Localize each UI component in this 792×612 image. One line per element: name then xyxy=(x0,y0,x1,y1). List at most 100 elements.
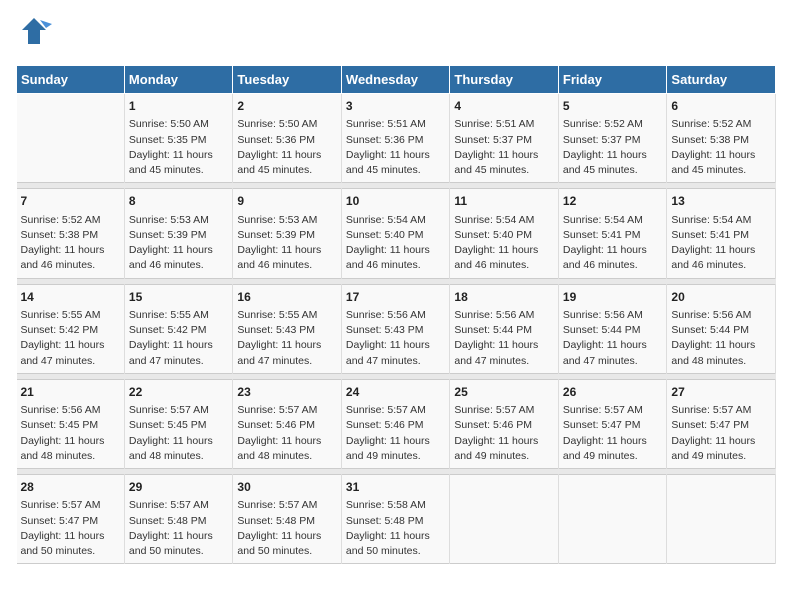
day-info: Sunrise: 5:54 AM Sunset: 5:40 PM Dayligh… xyxy=(346,213,446,274)
logo xyxy=(16,16,56,53)
calendar-cell: 9 Sunrise: 5:53 AM Sunset: 5:39 PM Daylig… xyxy=(233,189,342,278)
calendar-cell: 19 Sunrise: 5:56 AM Sunset: 5:44 PM Dayli… xyxy=(558,284,667,373)
day-info: Sunrise: 5:57 AM Sunset: 5:46 PM Dayligh… xyxy=(454,403,554,464)
day-info: Sunrise: 5:53 AM Sunset: 5:39 PM Dayligh… xyxy=(237,213,337,274)
day-info: Sunrise: 5:50 AM Sunset: 5:36 PM Dayligh… xyxy=(237,117,337,178)
day-info: Sunrise: 5:57 AM Sunset: 5:48 PM Dayligh… xyxy=(237,498,337,559)
calendar-cell xyxy=(450,475,559,564)
day-info: Sunrise: 5:54 AM Sunset: 5:41 PM Dayligh… xyxy=(563,213,663,274)
calendar-cell xyxy=(558,475,667,564)
calendar-cell: 13 Sunrise: 5:54 AM Sunset: 5:41 PM Dayli… xyxy=(667,189,776,278)
day-number: 25 xyxy=(454,384,554,401)
calendar-week-row: 28 Sunrise: 5:57 AM Sunset: 5:47 PM Dayli… xyxy=(17,475,776,564)
calendar-cell: 20Sunrise: 5:56 AM Sunset: 5:44 PM Dayli… xyxy=(667,284,776,373)
day-number: 13 xyxy=(671,193,771,210)
calendar-cell: 14 Sunrise: 5:55 AM Sunset: 5:42 PM Dayli… xyxy=(17,284,125,373)
calendar-day-header: Friday xyxy=(558,66,667,94)
day-info: Sunrise: 5:57 AM Sunset: 5:47 PM Dayligh… xyxy=(21,498,120,559)
day-number: 23 xyxy=(237,384,337,401)
calendar-day-header: Tuesday xyxy=(233,66,342,94)
day-info: Sunrise: 5:57 AM Sunset: 5:47 PM Dayligh… xyxy=(563,403,663,464)
day-number: 1 xyxy=(129,98,229,115)
day-number: 15 xyxy=(129,289,229,306)
day-info: Sunrise: 5:50 AM Sunset: 5:35 PM Dayligh… xyxy=(129,117,229,178)
day-number: 14 xyxy=(21,289,120,306)
calendar-cell xyxy=(667,475,776,564)
day-number: 31 xyxy=(346,479,446,496)
calendar-week-row: 7Sunrise: 5:52 AM Sunset: 5:38 PM Daylig… xyxy=(17,189,776,278)
calendar-cell: 5 Sunrise: 5:52 AM Sunset: 5:37 PM Daylig… xyxy=(558,94,667,183)
day-info: Sunrise: 5:58 AM Sunset: 5:48 PM Dayligh… xyxy=(346,498,446,559)
calendar-cell: 2 Sunrise: 5:50 AM Sunset: 5:36 PM Daylig… xyxy=(233,94,342,183)
day-info: Sunrise: 5:56 AM Sunset: 5:43 PM Dayligh… xyxy=(346,308,446,369)
logo-icon xyxy=(16,16,52,53)
day-info: Sunrise: 5:54 AM Sunset: 5:41 PM Dayligh… xyxy=(671,213,771,274)
calendar-week-row: 14 Sunrise: 5:55 AM Sunset: 5:42 PM Dayli… xyxy=(17,284,776,373)
day-info: Sunrise: 5:51 AM Sunset: 5:37 PM Dayligh… xyxy=(454,117,554,178)
day-info: Sunrise: 5:56 AM Sunset: 5:44 PM Dayligh… xyxy=(563,308,663,369)
calendar-day-header: Sunday xyxy=(17,66,125,94)
calendar-cell: 23 Sunrise: 5:57 AM Sunset: 5:46 PM Dayli… xyxy=(233,379,342,468)
day-number: 9 xyxy=(237,193,337,210)
calendar-cell: 7Sunrise: 5:52 AM Sunset: 5:38 PM Daylig… xyxy=(17,189,125,278)
day-number: 19 xyxy=(563,289,663,306)
calendar-cell: 26 Sunrise: 5:57 AM Sunset: 5:47 PM Dayli… xyxy=(558,379,667,468)
day-number: 11 xyxy=(454,193,554,210)
day-info: Sunrise: 5:57 AM Sunset: 5:48 PM Dayligh… xyxy=(129,498,229,559)
day-number: 2 xyxy=(237,98,337,115)
calendar-cell: 18 Sunrise: 5:56 AM Sunset: 5:44 PM Dayli… xyxy=(450,284,559,373)
calendar-cell: 12Sunrise: 5:54 AM Sunset: 5:41 PM Dayli… xyxy=(558,189,667,278)
day-number: 21 xyxy=(21,384,120,401)
day-info: Sunrise: 5:52 AM Sunset: 5:38 PM Dayligh… xyxy=(671,117,771,178)
day-number: 26 xyxy=(563,384,663,401)
calendar-cell: 29 Sunrise: 5:57 AM Sunset: 5:48 PM Dayli… xyxy=(124,475,233,564)
calendar-cell: 28 Sunrise: 5:57 AM Sunset: 5:47 PM Dayli… xyxy=(17,475,125,564)
day-info: Sunrise: 5:57 AM Sunset: 5:46 PM Dayligh… xyxy=(346,403,446,464)
day-info: Sunrise: 5:57 AM Sunset: 5:45 PM Dayligh… xyxy=(129,403,229,464)
calendar-cell: 6 Sunrise: 5:52 AM Sunset: 5:38 PM Daylig… xyxy=(667,94,776,183)
calendar-cell: 30 Sunrise: 5:57 AM Sunset: 5:48 PM Dayli… xyxy=(233,475,342,564)
calendar-cell: 4 Sunrise: 5:51 AM Sunset: 5:37 PM Daylig… xyxy=(450,94,559,183)
calendar-table: SundayMondayTuesdayWednesdayThursdayFrid… xyxy=(16,65,776,564)
day-number: 17 xyxy=(346,289,446,306)
day-number: 16 xyxy=(237,289,337,306)
day-info: Sunrise: 5:54 AM Sunset: 5:40 PM Dayligh… xyxy=(454,213,554,274)
day-number: 24 xyxy=(346,384,446,401)
page-header xyxy=(16,16,776,53)
calendar-cell: 3 Sunrise: 5:51 AM Sunset: 5:36 PM Daylig… xyxy=(341,94,450,183)
day-number: 7 xyxy=(21,193,120,210)
calendar-week-row: 21Sunrise: 5:56 AM Sunset: 5:45 PM Dayli… xyxy=(17,379,776,468)
day-info: Sunrise: 5:56 AM Sunset: 5:44 PM Dayligh… xyxy=(454,308,554,369)
calendar-cell: 27 Sunrise: 5:57 AM Sunset: 5:47 PM Dayli… xyxy=(667,379,776,468)
day-info: Sunrise: 5:55 AM Sunset: 5:43 PM Dayligh… xyxy=(237,308,337,369)
calendar-cell: 17 Sunrise: 5:56 AM Sunset: 5:43 PM Dayli… xyxy=(341,284,450,373)
calendar-day-header: Monday xyxy=(124,66,233,94)
calendar-cell: 1 Sunrise: 5:50 AM Sunset: 5:35 PM Daylig… xyxy=(124,94,233,183)
day-info: Sunrise: 5:55 AM Sunset: 5:42 PM Dayligh… xyxy=(129,308,229,369)
calendar-week-row: 1 Sunrise: 5:50 AM Sunset: 5:35 PM Daylig… xyxy=(17,94,776,183)
calendar-cell: 22Sunrise: 5:57 AM Sunset: 5:45 PM Dayli… xyxy=(124,379,233,468)
calendar-day-header: Saturday xyxy=(667,66,776,94)
day-info: Sunrise: 5:53 AM Sunset: 5:39 PM Dayligh… xyxy=(129,213,229,274)
day-number: 29 xyxy=(129,479,229,496)
day-number: 4 xyxy=(454,98,554,115)
day-number: 5 xyxy=(563,98,663,115)
day-info: Sunrise: 5:51 AM Sunset: 5:36 PM Dayligh… xyxy=(346,117,446,178)
calendar-cell: 8Sunrise: 5:53 AM Sunset: 5:39 PM Daylig… xyxy=(124,189,233,278)
calendar-cell xyxy=(17,94,125,183)
calendar-cell: 10Sunrise: 5:54 AM Sunset: 5:40 PM Dayli… xyxy=(341,189,450,278)
calendar-cell: 21Sunrise: 5:56 AM Sunset: 5:45 PM Dayli… xyxy=(17,379,125,468)
day-info: Sunrise: 5:55 AM Sunset: 5:42 PM Dayligh… xyxy=(21,308,120,369)
day-number: 30 xyxy=(237,479,337,496)
day-number: 28 xyxy=(21,479,120,496)
day-info: Sunrise: 5:57 AM Sunset: 5:47 PM Dayligh… xyxy=(671,403,771,464)
day-number: 6 xyxy=(671,98,771,115)
calendar-cell: 11 Sunrise: 5:54 AM Sunset: 5:40 PM Dayli… xyxy=(450,189,559,278)
day-number: 18 xyxy=(454,289,554,306)
day-info: Sunrise: 5:57 AM Sunset: 5:46 PM Dayligh… xyxy=(237,403,337,464)
day-info: Sunrise: 5:52 AM Sunset: 5:37 PM Dayligh… xyxy=(563,117,663,178)
calendar-cell: 15 Sunrise: 5:55 AM Sunset: 5:42 PM Dayli… xyxy=(124,284,233,373)
calendar-header-row: SundayMondayTuesdayWednesdayThursdayFrid… xyxy=(17,66,776,94)
day-number: 3 xyxy=(346,98,446,115)
day-number: 27 xyxy=(671,384,771,401)
